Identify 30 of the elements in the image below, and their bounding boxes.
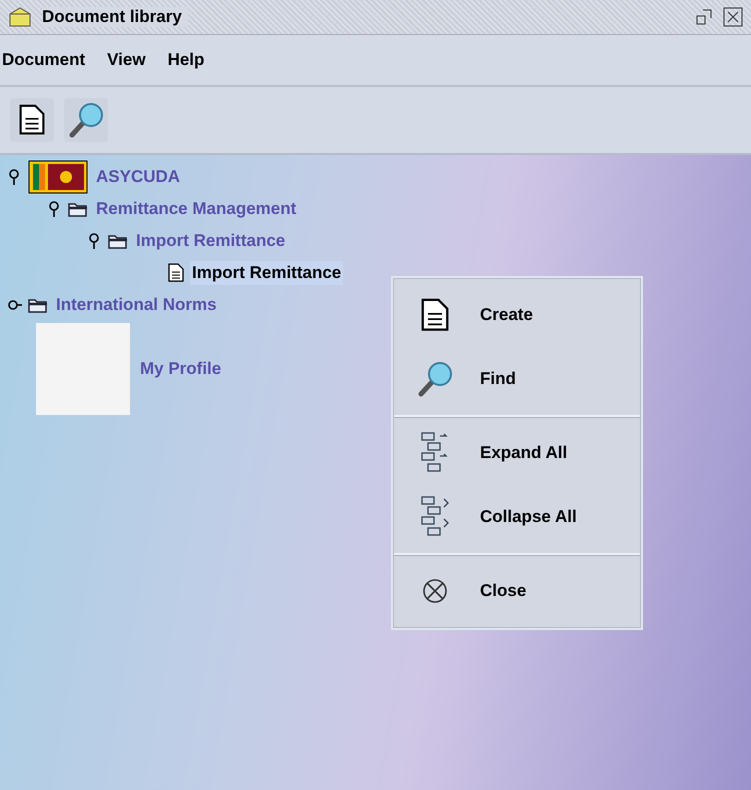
folder-icon bbox=[28, 297, 48, 313]
tree-item[interactable]: Import Remittance bbox=[190, 261, 344, 285]
search-button[interactable] bbox=[64, 98, 108, 142]
folder-icon bbox=[108, 233, 128, 249]
tree-item[interactable]: Remittance Management bbox=[94, 197, 298, 221]
folder-icon bbox=[68, 201, 88, 217]
menu-item[interactable]: Document bbox=[2, 50, 86, 70]
document-icon bbox=[168, 263, 184, 283]
tree-item[interactable]: My Profile bbox=[138, 357, 224, 381]
tree-item[interactable]: ASYCUDA bbox=[94, 165, 182, 189]
menu-item[interactable]: Help bbox=[168, 50, 204, 70]
window-title: Document library bbox=[42, 7, 188, 27]
box-icon bbox=[8, 6, 32, 28]
context-menu-item[interactable]: Close bbox=[394, 559, 640, 623]
context-menu-item[interactable]: Find bbox=[394, 347, 640, 411]
tree-item[interactable]: Import Remittance bbox=[134, 229, 288, 253]
menu-item[interactable]: View bbox=[107, 50, 146, 70]
context-menu-item[interactable]: Collapse All bbox=[394, 485, 640, 549]
new-document-button[interactable] bbox=[10, 98, 54, 142]
document-icon bbox=[19, 104, 45, 136]
close-icon bbox=[422, 578, 448, 604]
flag-icon bbox=[28, 160, 88, 194]
restore-icon[interactable] bbox=[695, 8, 713, 26]
context-menu-item[interactable]: Create bbox=[394, 283, 640, 347]
document-icon bbox=[421, 298, 449, 332]
search-icon bbox=[67, 101, 105, 139]
close-icon[interactable] bbox=[723, 7, 743, 27]
tree-item[interactable]: International Norms bbox=[54, 293, 219, 317]
context-menu-item[interactable]: Expand All bbox=[394, 421, 640, 485]
search-icon bbox=[416, 360, 454, 398]
